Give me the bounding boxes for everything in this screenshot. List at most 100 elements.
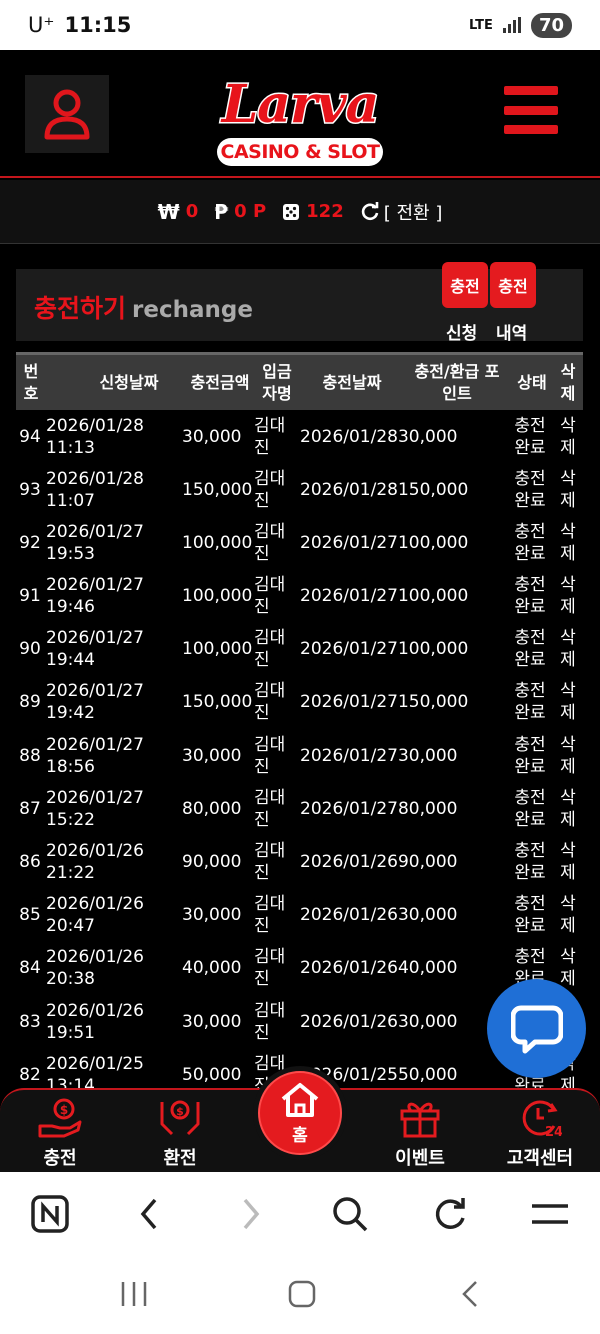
tab-charge-request[interactable]: 충전 <box>442 262 488 308</box>
row-status: 충전완료 <box>510 516 550 569</box>
browser-menu-button[interactable] <box>526 1190 574 1238</box>
row-status-line1: 충전 <box>514 734 546 755</box>
browser-search-button[interactable] <box>326 1190 374 1238</box>
row-amount: 40,000 <box>182 958 242 979</box>
home-system-button[interactable] <box>282 1274 322 1314</box>
row-depositor-line2: 진 <box>254 969 270 990</box>
row-depositor-line2: 진 <box>254 490 270 511</box>
row-delete-button[interactable]: 삭제 <box>556 463 580 516</box>
browser-home-button[interactable] <box>26 1190 74 1238</box>
chip-balance: 122 <box>282 201 344 222</box>
tab-charge-request-label: 충전 <box>450 277 480 296</box>
menu-hamburger-icon[interactable] <box>504 86 558 134</box>
nav-support[interactable]: 24 고객센터 <box>490 1096 590 1174</box>
user-button[interactable] <box>25 75 109 153</box>
browser-reload-button[interactable] <box>426 1190 474 1238</box>
back-system-button[interactable] <box>450 1274 490 1314</box>
row-delete-line1: 삭 <box>560 681 576 702</box>
site-logo[interactable]: Larva CASINO & SLOT <box>205 56 395 170</box>
row-request-time: 19:51 <box>46 1022 95 1043</box>
row-amount: 100,000 <box>182 532 253 553</box>
row-number: 86 <box>19 852 41 872</box>
nav-event[interactable]: 이벤트 <box>370 1096 470 1174</box>
row-number: 87 <box>19 798 41 819</box>
row-delete-button[interactable]: 삭제 <box>556 889 580 942</box>
row-status-line1: 충전 <box>514 575 546 596</box>
row-depositor-line2: 진 <box>254 756 270 777</box>
row-status: 충전완료 <box>510 782 550 835</box>
row-delete-line1: 삭 <box>560 841 576 861</box>
table-row: 90 2026/01/27 19:44 100,000 김대 진 2026/01/27100… <box>16 623 583 676</box>
nav-home[interactable]: 홈 <box>253 1066 347 1160</box>
row-delete-button[interactable]: 삭제 <box>556 836 580 889</box>
row-status-line1: 충전 <box>514 894 546 915</box>
row-delete-line2: 제 <box>560 756 576 777</box>
browser-forward-button[interactable] <box>226 1190 274 1238</box>
row-delete-line2: 제 <box>560 863 576 883</box>
row-depositor: 김대진 <box>254 729 294 782</box>
battery-badge: 70 <box>530 12 572 38</box>
row-status: 충전완료 <box>510 623 550 676</box>
row-request-time: 19:53 <box>46 543 95 564</box>
row-request-datetime: 2026/01/27 19:42 <box>46 676 186 729</box>
dice-icon <box>283 203 300 220</box>
nav-exchange[interactable]: $ 환전 <box>130 1096 230 1174</box>
row-request-datetime: 2026/01/28 11:07 <box>46 463 186 516</box>
search-icon <box>333 1197 368 1232</box>
row-status-line2: 완료 <box>514 437 546 458</box>
menu-icon <box>532 1204 568 1224</box>
home-icon <box>281 1082 319 1117</box>
user-icon <box>44 89 90 140</box>
row-status-line2: 완료 <box>514 863 546 883</box>
row-delete-button[interactable]: 삭제 <box>556 676 580 729</box>
browser-back-button[interactable] <box>126 1190 174 1238</box>
table-row: 93 2026/01/28 11:07 150,000 김대 진 2026/01/28150… <box>16 463 583 516</box>
row-request-datetime: 2026/01/26 21:22 <box>46 836 186 889</box>
row-charge-date-points: 2026/01/2830,000 <box>300 426 458 447</box>
tab-charge-history[interactable]: 충전 <box>490 262 536 308</box>
recent-apps-button[interactable] <box>114 1274 154 1314</box>
row-charge-date-points: 2026/01/27150,000 <box>300 692 469 713</box>
row-request-time: 18:56 <box>46 756 95 777</box>
row-depositor-line2: 진 <box>254 809 270 830</box>
home-square-icon <box>288 1280 316 1308</box>
convert-button[interactable]: [ 전환 ] <box>360 199 442 225</box>
tab-charge-history-caption[interactable]: 내역 <box>496 319 527 344</box>
row-depositor-line2: 진 <box>254 437 270 458</box>
row-request-time: 19:44 <box>46 650 95 671</box>
chat-bubble-icon <box>510 1005 563 1053</box>
row-charge-date-points: 2026/01/27100,000 <box>300 586 469 607</box>
row-request-datetime: 2026/01/26 20:38 <box>46 942 186 995</box>
row-depositor: 김대진 <box>254 410 294 463</box>
chat-button[interactable] <box>487 979 586 1078</box>
row-status-line1: 충전 <box>514 628 546 649</box>
row-charge-date-points: 2026/01/27100,000 <box>300 639 469 660</box>
row-depositor-line2: 진 <box>254 703 270 724</box>
row-delete-button[interactable]: 삭제 <box>556 516 580 569</box>
row-request-date: 2026/01/28 <box>46 415 144 436</box>
nav-charge[interactable]: $ 충전 <box>10 1096 110 1174</box>
row-depositor-line1: 김대 <box>254 628 286 649</box>
row-charge-date-points: 2026/01/2780,000 <box>300 798 458 819</box>
row-delete-line1: 삭 <box>560 521 576 542</box>
svg-text:$: $ <box>176 1105 184 1118</box>
row-request-date: 2026/01/27 <box>46 521 144 542</box>
balance-bar: ₩ 0 ₱ 0 P 122 [ 전환 ] <box>0 180 600 244</box>
row-depositor: 김대진 <box>254 516 294 569</box>
row-delete-button[interactable]: 삭제 <box>556 623 580 676</box>
row-delete-line1: 삭 <box>560 894 576 915</box>
row-delete-button[interactable]: 삭제 <box>556 729 580 782</box>
row-depositor: 김대진 <box>254 942 294 995</box>
row-delete-button[interactable]: 삭제 <box>556 570 580 623</box>
row-request-datetime: 2026/01/28 11:13 <box>46 410 186 463</box>
nav-exchange-label: 환전 <box>163 1148 197 1169</box>
row-depositor: 김대진 <box>254 782 294 835</box>
row-depositor-line1: 김대 <box>254 468 286 489</box>
row-delete-button[interactable]: 삭제 <box>556 410 580 463</box>
app-root: U⁺ 11:15 LTE 70 Larva CASINO & SLOT ₩ 0 <box>0 0 600 1334</box>
row-status-line2: 완료 <box>514 543 546 564</box>
row-delete-button[interactable]: 삭제 <box>556 782 580 835</box>
row-request-time: 20:38 <box>46 969 95 990</box>
tab-charge-request-caption[interactable]: 신청 <box>446 319 477 344</box>
row-request-date: 2026/01/27 <box>46 628 144 649</box>
